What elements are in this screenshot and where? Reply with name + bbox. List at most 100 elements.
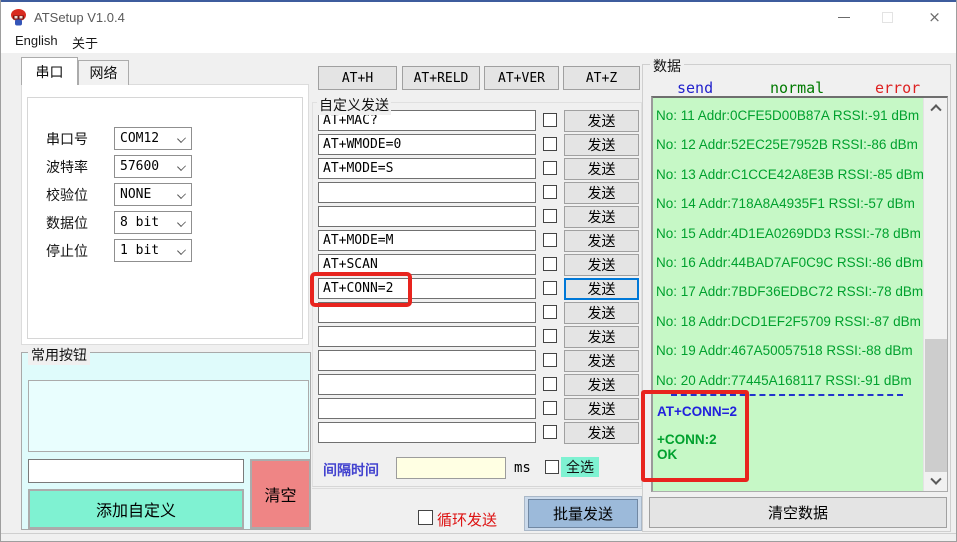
custom-send-row: 发送 (318, 254, 639, 276)
send-button[interactable]: 发送 (564, 230, 639, 252)
send-button[interactable]: 发送 (564, 254, 639, 276)
command-input[interactable] (318, 302, 536, 323)
combo-box[interactable]: 1 bit (114, 239, 192, 262)
loop-send-checkbox[interactable] (418, 510, 433, 525)
quick-command-button[interactable]: AT+VER (484, 66, 559, 90)
sent-command-line: AT+CONN=2 (657, 404, 737, 419)
send-button[interactable]: 发送 (564, 398, 639, 420)
quick-command-button[interactable]: AT+H (318, 66, 397, 90)
send-button[interactable]: 发送 (564, 206, 639, 228)
batch-send-button[interactable]: 批量发送 (528, 499, 638, 528)
row-checkbox[interactable] (543, 113, 557, 127)
row-checkbox[interactable] (543, 425, 557, 439)
row-checkbox[interactable] (543, 329, 557, 343)
send-button[interactable]: 发送 (564, 158, 639, 180)
tab-network[interactable]: 网络 (78, 60, 129, 85)
row-checkbox[interactable] (543, 377, 557, 391)
chevron-down-icon (177, 134, 186, 143)
combo-box[interactable]: NONE (114, 183, 192, 206)
chevron-down-icon (177, 162, 186, 171)
combo-box[interactable]: 57600 (114, 155, 192, 178)
combo-box[interactable]: COM12 (114, 127, 192, 150)
dashed-separator (671, 394, 903, 396)
send-button[interactable]: 发送 (564, 326, 639, 348)
select-all-checkbox[interactable] (545, 460, 559, 474)
menu-item-about[interactable]: 关于 (72, 33, 98, 52)
send-button[interactable]: 发送 (564, 302, 639, 324)
command-input[interactable] (318, 350, 536, 371)
minimize-icon (838, 17, 850, 18)
quick-command-button[interactable]: AT+RELD (402, 66, 480, 90)
scrollbar-thumb[interactable] (925, 339, 947, 472)
minimize-button[interactable] (821, 2, 866, 32)
data-log-line: No: 16 Addr:44BAD7AF0C9C RSSI:-86 dBm (656, 248, 906, 277)
clear-button[interactable]: 清空 (250, 459, 311, 529)
command-input[interactable] (318, 230, 536, 251)
response-line: OK (657, 447, 677, 462)
row-checkbox[interactable] (543, 257, 557, 271)
maximize-button[interactable] (865, 2, 910, 32)
add-custom-button[interactable]: 添加自定义 (28, 489, 244, 529)
chevron-up-icon (930, 104, 941, 115)
send-button[interactable]: 发送 (564, 422, 639, 444)
combo-box[interactable]: 8 bit (114, 211, 192, 234)
command-input[interactable] (318, 374, 536, 395)
combo-value: 8 bit (120, 215, 159, 230)
menu-item-english[interactable]: English (15, 33, 58, 48)
custom-send-row: 发送 (318, 158, 639, 180)
command-input[interactable] (318, 182, 536, 203)
row-checkbox[interactable] (543, 401, 557, 415)
send-button[interactable]: 发送 (564, 134, 639, 156)
command-input[interactable] (318, 326, 536, 347)
row-checkbox[interactable] (543, 305, 557, 319)
command-input[interactable] (318, 278, 536, 299)
data-log-area[interactable]: No: 11 Addr:0CFE5D00B87A RSSI:-91 dBmNo:… (651, 96, 948, 492)
row-checkbox[interactable] (543, 353, 557, 367)
row-checkbox[interactable] (543, 233, 557, 247)
send-button[interactable]: 发送 (564, 182, 639, 204)
row-checkbox[interactable] (543, 137, 557, 151)
common-buttons-list[interactable] (28, 380, 309, 452)
row-checkbox[interactable] (543, 281, 557, 295)
clear-data-button[interactable]: 清空数据 (649, 497, 947, 528)
custom-send-row: 发送 (318, 206, 639, 228)
send-button[interactable]: 发送 (564, 278, 639, 300)
command-input[interactable] (318, 422, 536, 443)
data-log-line: No: 13 Addr:C1CCE42A8E3B RSSI:-85 dBm (656, 160, 906, 189)
send-button[interactable]: 发送 (564, 374, 639, 396)
row-checkbox[interactable] (543, 209, 557, 223)
command-input[interactable] (318, 254, 536, 275)
send-button[interactable]: 发送 (564, 350, 639, 372)
field-label: 数据位 (46, 213, 88, 233)
data-log-line: No: 19 Addr:467A50057518 RSSI:-88 dBm (656, 336, 906, 365)
custom-send-row: 发送 (318, 374, 639, 396)
scrollbar[interactable] (923, 98, 947, 491)
maximize-icon (882, 12, 893, 23)
data-log-line: No: 20 Addr:77445A168117 RSSI:-91 dBm (656, 366, 906, 395)
data-log-line: No: 12 Addr:52EC25E7952B RSSI:-86 dBm (656, 130, 906, 159)
chevron-down-icon (930, 474, 941, 485)
send-button[interactable]: 发送 (564, 110, 639, 132)
chevron-down-icon (177, 246, 186, 255)
quick-command-button[interactable]: AT+Z (563, 66, 640, 90)
scroll-down-button[interactable] (924, 473, 948, 491)
command-input[interactable] (318, 134, 536, 155)
tab-serial-port[interactable]: 串口 (21, 57, 78, 85)
row-checkbox[interactable] (543, 185, 557, 199)
row-checkbox[interactable] (543, 161, 557, 175)
custom-command-input[interactable] (28, 459, 244, 483)
serial-settings-group: 串口号 COM12 波特率 57600 校验位 NONE 数据位 8 (27, 97, 303, 339)
interval-time-input[interactable] (396, 457, 506, 479)
field-label: 校验位 (46, 185, 88, 205)
scroll-up-button[interactable] (924, 98, 948, 116)
close-button[interactable]: × (912, 2, 957, 32)
command-input[interactable] (318, 398, 536, 419)
command-input[interactable] (318, 158, 536, 179)
custom-send-group-label: 自定义发送 (317, 95, 391, 115)
legend-error: error (875, 79, 920, 97)
combo-value: NONE (120, 187, 151, 202)
data-log-line: No: 15 Addr:4D1EA0269DD3 RSSI:-78 dBm (656, 219, 906, 248)
custom-send-row: 发送 (318, 422, 639, 444)
command-input[interactable] (318, 206, 536, 227)
select-all-label: 全选 (561, 457, 599, 477)
